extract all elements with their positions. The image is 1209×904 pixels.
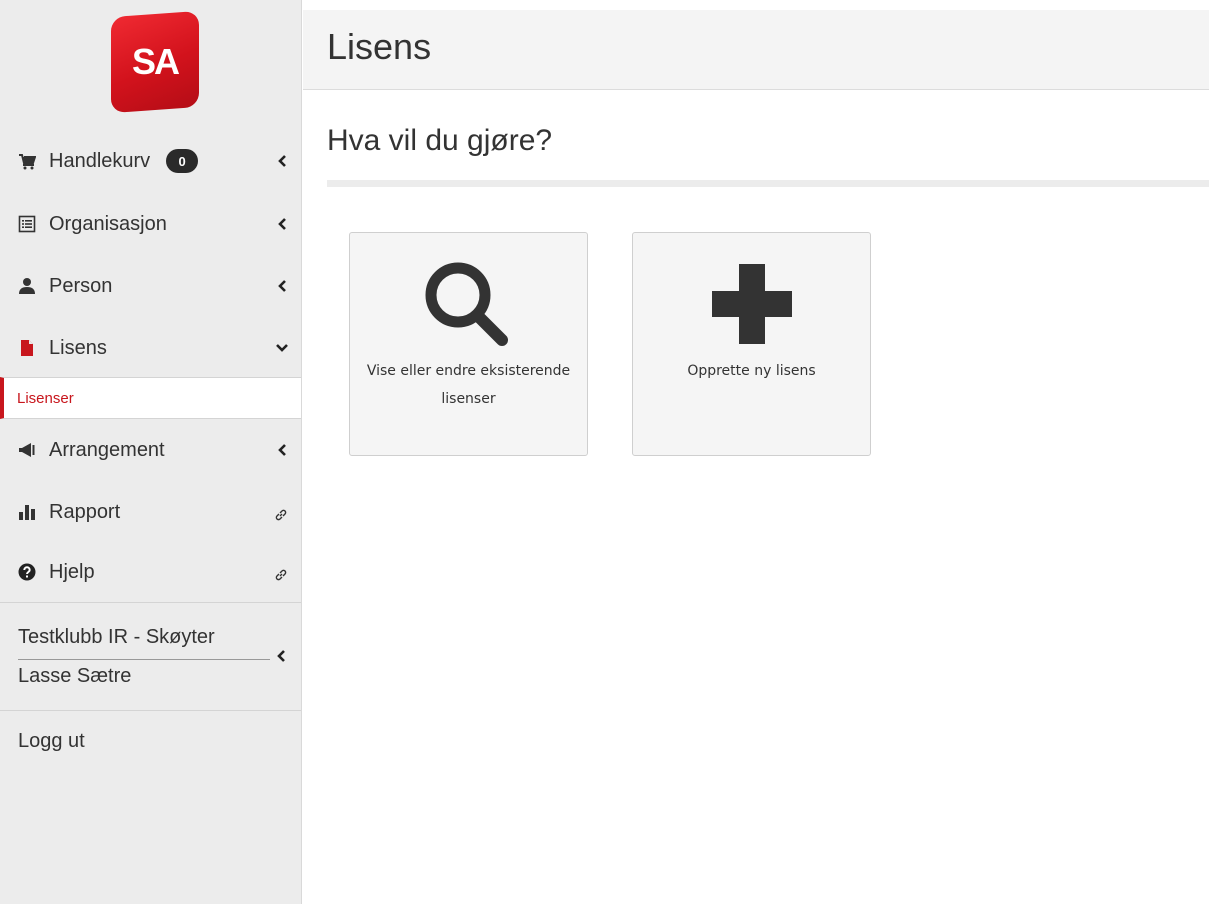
bar-chart-icon bbox=[17, 502, 37, 522]
sidebar: SA Handlekurv 0 Organisasjon Person Lise… bbox=[0, 0, 302, 904]
sidebar-item-person[interactable]: Person bbox=[0, 256, 301, 316]
sidebar-item-label: Hjelp bbox=[49, 560, 95, 583]
sidebar-item-label: Rapport bbox=[49, 500, 121, 523]
logo-text: SA bbox=[131, 41, 178, 83]
user-name: Lasse Sætre bbox=[18, 665, 132, 687]
chevron-left-icon bbox=[276, 279, 288, 293]
sidebar-item-label: Handlekurv bbox=[49, 149, 151, 172]
user-separator bbox=[18, 659, 270, 660]
create-license-card[interactable]: Opprette ny lisens bbox=[632, 232, 871, 456]
search-icon bbox=[350, 259, 587, 349]
bullhorn-icon bbox=[17, 440, 37, 460]
link-icon bbox=[274, 565, 288, 581]
logo[interactable]: SA bbox=[111, 10, 199, 114]
link-icon bbox=[274, 505, 288, 521]
sidebar-item-label: Arrangement bbox=[49, 438, 165, 461]
sidebar-subitem-label: Lisenser bbox=[17, 389, 74, 407]
sidebar-item-lisens[interactable]: Lisens bbox=[0, 318, 301, 378]
user-icon bbox=[17, 276, 37, 296]
sidebar-item-label: Person bbox=[49, 274, 113, 297]
section-divider bbox=[327, 180, 1209, 187]
cart-count-badge: 0 bbox=[166, 149, 199, 173]
file-icon bbox=[17, 338, 37, 358]
page-title: Lisens bbox=[327, 26, 432, 67]
sidebar-divider bbox=[0, 710, 301, 711]
section-title: Hva vil du gjøre? bbox=[327, 124, 553, 157]
view-licenses-card[interactable]: Vise eller endre eksisterende lisenser bbox=[349, 232, 588, 456]
plus-icon bbox=[633, 259, 870, 349]
organization-name: Testklubb IR - Skøyter bbox=[18, 626, 215, 648]
card-label: Opprette ny lisens bbox=[687, 363, 816, 379]
user-menu[interactable]: Testklubb IR - Skøyter Lasse Sætre bbox=[0, 603, 301, 711]
sidebar-item-hjelp[interactable]: Hjelp bbox=[0, 542, 301, 602]
sidebar-item-label: Organisasjon bbox=[49, 212, 167, 235]
logout-link[interactable]: Logg ut bbox=[18, 730, 85, 753]
sidebar-item-handlekurv[interactable]: Handlekurv 0 bbox=[0, 131, 301, 191]
question-circle-icon bbox=[17, 562, 37, 582]
chevron-left-icon bbox=[276, 649, 288, 663]
sidebar-item-arrangement[interactable]: Arrangement bbox=[0, 420, 301, 480]
sidebar-item-label: Lisens bbox=[49, 336, 107, 359]
chevron-left-icon bbox=[276, 154, 288, 168]
page-header: Lisens bbox=[303, 10, 1209, 90]
chevron-left-icon bbox=[276, 443, 288, 457]
list-icon bbox=[17, 214, 37, 234]
sidebar-item-organisasjon[interactable]: Organisasjon bbox=[0, 194, 301, 254]
chevron-down-icon bbox=[276, 341, 288, 355]
card-label: Vise eller endre eksisterende lisenser bbox=[366, 363, 571, 407]
sidebar-subitem-lisenser[interactable]: Lisenser bbox=[0, 377, 301, 419]
sidebar-item-rapport[interactable]: Rapport bbox=[0, 482, 301, 542]
cart-icon bbox=[17, 151, 37, 171]
chevron-left-icon bbox=[276, 217, 288, 231]
